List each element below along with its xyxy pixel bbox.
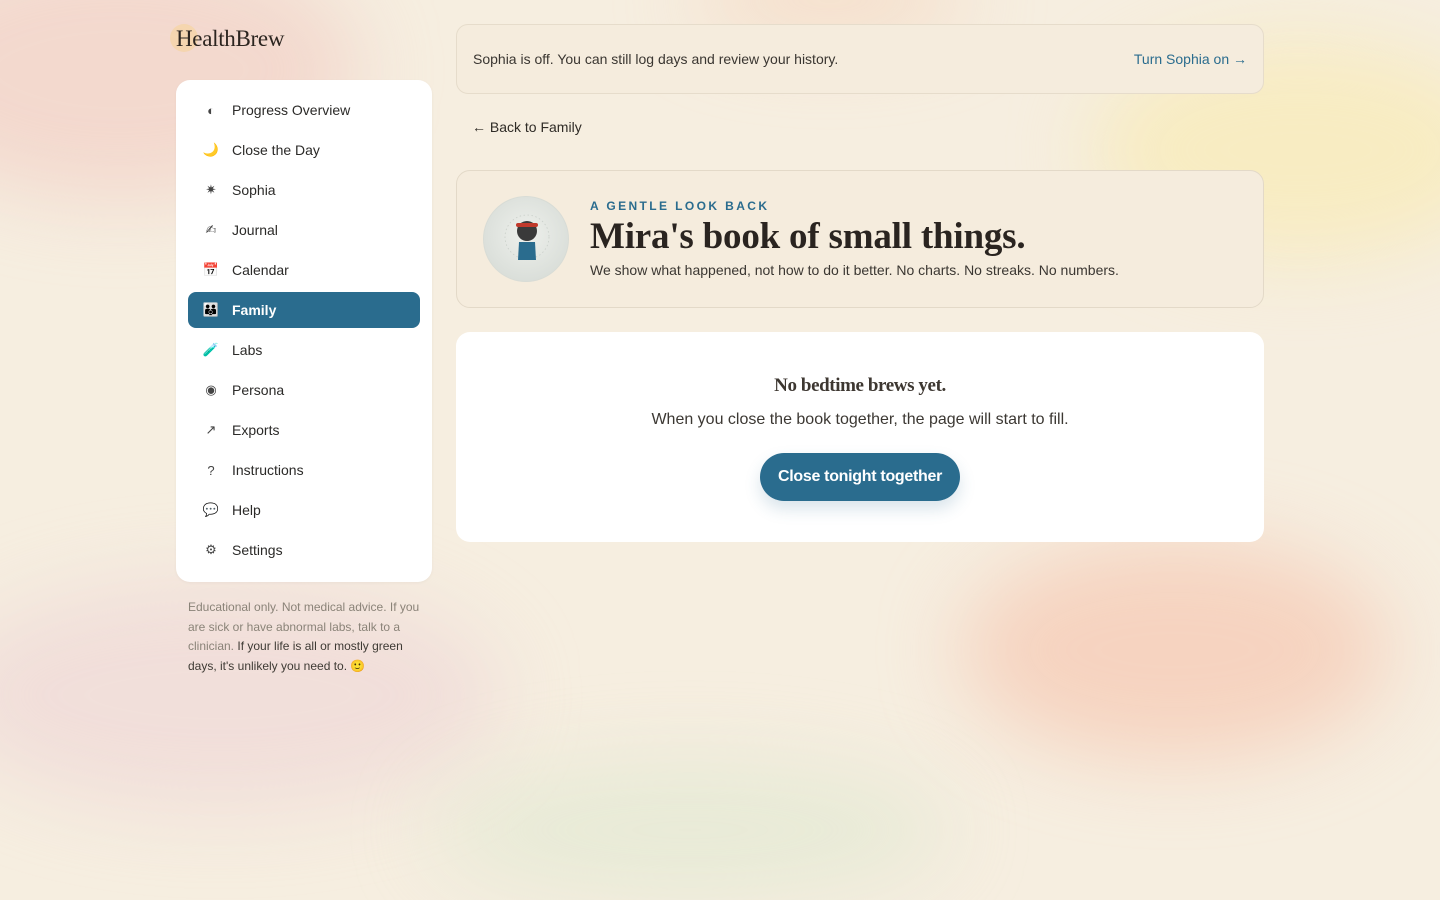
back-to-family-link[interactable]: ← Back to Family bbox=[472, 119, 582, 135]
gear-icon: ⚙ bbox=[205, 542, 217, 557]
sidebar-item-persona[interactable]: ◉ Persona bbox=[188, 372, 420, 408]
sidebar-item-labs[interactable]: 🧪 Labs bbox=[188, 332, 420, 368]
sidebar-item-family[interactable]: 👪 Family bbox=[188, 292, 420, 328]
empty-state-text: When you close the book together, the pa… bbox=[651, 411, 1069, 428]
app-name: HealthBrew bbox=[176, 26, 285, 51]
speech-bubble-icon: 💬 bbox=[202, 502, 220, 517]
sidebar-item-calendar[interactable]: 📅 Calendar bbox=[188, 252, 420, 288]
sidebar-item-label: Close the Day bbox=[232, 142, 320, 158]
sidebar-item-label: Persona bbox=[232, 382, 285, 398]
radio-dot-icon: ◉ bbox=[205, 382, 217, 397]
sidebar-item-label: Sophia bbox=[232, 182, 276, 198]
sidebar-item-label: Labs bbox=[232, 342, 263, 358]
empty-state-card: No bedtime brews yet. When you close the… bbox=[456, 332, 1264, 542]
family-icon: 👪 bbox=[202, 302, 220, 317]
sidebar-item-progress-overview[interactable]: ◐ Progress Overview bbox=[188, 92, 420, 128]
sidebar-item-journal[interactable]: ✍ Journal bbox=[188, 212, 420, 248]
crescent-moon-icon: 🌙 bbox=[202, 142, 220, 157]
hero-card: A GENTLE LOOK BACK Mira's book of small … bbox=[456, 170, 1264, 308]
sidebar-item-sophia[interactable]: ✷ Sophia bbox=[188, 172, 420, 208]
writing-hand-icon: ✍ bbox=[205, 222, 217, 237]
test-tube-icon: 🧪 bbox=[202, 342, 220, 357]
medical-disclaimer: Educational only. Not medical advice. If… bbox=[188, 598, 424, 676]
hero-subtitle: We show what happened, not how to do it … bbox=[590, 262, 1119, 278]
sidebar-item-settings[interactable]: ⚙ Settings bbox=[188, 532, 420, 568]
calendar-icon: 📅 bbox=[202, 262, 220, 277]
sophia-off-banner: Sophia is off. You can still log days an… bbox=[456, 24, 1264, 94]
sidebar-item-label: Instructions bbox=[232, 462, 304, 478]
sidebar-item-label: Help bbox=[232, 502, 261, 518]
turn-sophia-on-link[interactable]: Turn Sophia on → bbox=[1134, 51, 1247, 67]
page-title: Mira's book of small things. bbox=[590, 216, 1026, 257]
sparkle-icon: ✷ bbox=[205, 182, 217, 197]
half-moon-icon: ◐ bbox=[207, 102, 215, 118]
sidebar-item-label: Family bbox=[232, 302, 277, 318]
close-tonight-together-button[interactable]: Close tonight together bbox=[760, 453, 960, 501]
sidebar-item-exports[interactable]: ↗ Exports bbox=[188, 412, 420, 448]
sidebar-item-label: Exports bbox=[232, 422, 280, 438]
sidebar-item-instructions[interactable]: ? Instructions bbox=[188, 452, 420, 488]
sidebar: ◐ Progress Overview 🌙 Close the Day ✷ So… bbox=[176, 80, 432, 582]
app-logo[interactable]: HealthBrew bbox=[170, 24, 285, 52]
sidebar-item-close-the-day[interactable]: 🌙 Close the Day bbox=[188, 132, 420, 168]
sidebar-item-label: Journal bbox=[232, 222, 278, 238]
empty-state-title: No bedtime brews yet. bbox=[774, 375, 946, 396]
arrow-up-right-icon: ↗ bbox=[205, 422, 217, 437]
sidebar-item-label: Progress Overview bbox=[232, 102, 351, 118]
avatar bbox=[483, 196, 569, 282]
question-icon: ? bbox=[207, 462, 215, 478]
sidebar-item-label: Settings bbox=[232, 542, 283, 558]
banner-text: Sophia is off. You can still log days an… bbox=[473, 51, 839, 67]
child-figure-icon bbox=[504, 214, 550, 260]
hero-eyebrow: A GENTLE LOOK BACK bbox=[590, 199, 770, 213]
sidebar-item-label: Calendar bbox=[232, 262, 289, 278]
sidebar-item-help[interactable]: 💬 Help bbox=[188, 492, 420, 528]
